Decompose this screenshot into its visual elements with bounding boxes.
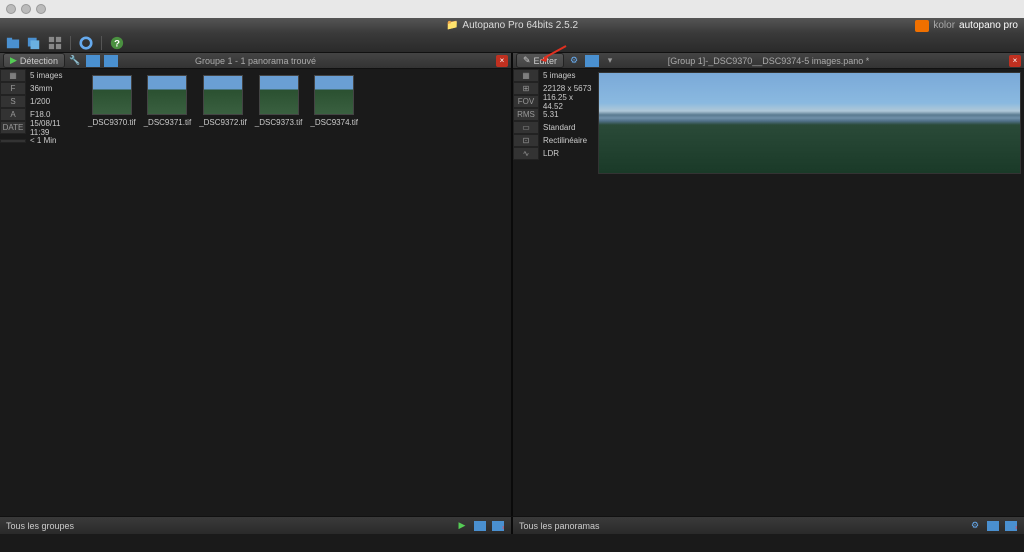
- image-tool-2-button[interactable]: [103, 54, 119, 68]
- groups-pane: ▶ Détection 🔧 Groupe 1 - 1 panorama trou…: [0, 53, 513, 516]
- footer-groups-label: Tous les groupes: [6, 521, 74, 531]
- help-button[interactable]: ?: [108, 35, 126, 51]
- image-tool-1-button[interactable]: [85, 54, 101, 68]
- settings-button[interactable]: [77, 35, 95, 51]
- open-folder-button[interactable]: [4, 35, 22, 51]
- svg-text:?: ?: [114, 38, 120, 49]
- thumbnail[interactable]: _DSC9370.tif: [88, 75, 136, 127]
- panorama-header: ✎ Editer ⚙ ▾ [Group 1]-_DSC9370__DSC9374…: [513, 53, 1024, 69]
- panorama-title: [Group 1]-_DSC9370__DSC9374-5 images.pan…: [668, 56, 870, 66]
- brand-logo-icon: [915, 20, 929, 32]
- title-bar: 📁 Autopano Pro 64bits 2.5.2 kolor autopa…: [0, 18, 1024, 33]
- group-title: Groupe 1 - 1 panorama trouvé: [195, 56, 316, 66]
- thumbnail[interactable]: _DSC9373.tif: [255, 75, 303, 127]
- app-title: Autopano Pro 64bits 2.5.2: [462, 20, 578, 31]
- thumb-image: [259, 75, 299, 115]
- footer-settings-button[interactable]: ⚙: [968, 519, 982, 533]
- pano-settings-button[interactable]: ⚙: [566, 54, 582, 68]
- panorama-pane: ✎ Editer ⚙ ▾ [Group 1]-_DSC9370__DSC9374…: [513, 53, 1024, 516]
- groups-header: ▶ Détection 🔧 Groupe 1 - 1 panorama trou…: [0, 53, 511, 69]
- footer-play-button[interactable]: ▶: [455, 519, 469, 533]
- thumb-image: [92, 75, 132, 115]
- edit-icon: ✎: [523, 55, 531, 66]
- grid-button[interactable]: [46, 35, 64, 51]
- add-images-button[interactable]: [25, 35, 43, 51]
- pano-render-button[interactable]: [584, 54, 600, 68]
- close-group-button[interactable]: ×: [496, 55, 508, 67]
- close-panorama-button[interactable]: ×: [1009, 55, 1021, 67]
- pano-dropdown-button[interactable]: ▾: [602, 54, 618, 68]
- main-toolbar: ?: [0, 33, 1024, 53]
- thumbnail[interactable]: _DSC9371.tif: [144, 75, 192, 127]
- thumbnail-strip: _DSC9370.tif _DSC9371.tif _DSC9372.tif _…: [82, 69, 511, 516]
- panorama-image: [598, 72, 1021, 174]
- traffic-min[interactable]: [21, 4, 31, 14]
- thumb-image: [203, 75, 243, 115]
- panorama-metadata-panel: ▦5 images ⊞22128 x 5673 FOV116.25 x 44.5…: [513, 69, 595, 516]
- window-traffic-lights: [0, 0, 1024, 18]
- footer-panoramas-label: Tous les panoramas: [519, 521, 600, 531]
- play-icon: ▶: [10, 55, 17, 66]
- footer-img2-button[interactable]: ×: [491, 519, 505, 533]
- image-metadata-panel: ▦5 images F36mm S1/200 AF18.0 DATE15/08/…: [0, 69, 82, 516]
- svg-text:×: ×: [502, 525, 504, 531]
- thumbnail[interactable]: _DSC9372.tif: [199, 75, 247, 127]
- status-bar: Tous les groupes ▶ × Tous les panoramas …: [0, 516, 1024, 534]
- thumbnail[interactable]: _DSC9374.tif: [310, 75, 358, 127]
- footer-render-button[interactable]: [986, 519, 1000, 533]
- traffic-max[interactable]: [36, 4, 46, 14]
- traffic-close[interactable]: [6, 4, 16, 14]
- brand: kolor autopano pro: [915, 20, 1018, 32]
- thumb-image: [314, 75, 354, 115]
- wrench-button[interactable]: 🔧: [67, 54, 83, 68]
- footer-img1-button[interactable]: [473, 519, 487, 533]
- panorama-preview[interactable]: [595, 69, 1024, 516]
- edit-button[interactable]: ✎ Editer: [516, 53, 564, 68]
- footer-delete-button[interactable]: ×: [1004, 519, 1018, 533]
- svg-text:×: ×: [1015, 525, 1017, 531]
- thumb-image: [147, 75, 187, 115]
- detection-button[interactable]: ▶ Détection: [3, 53, 65, 68]
